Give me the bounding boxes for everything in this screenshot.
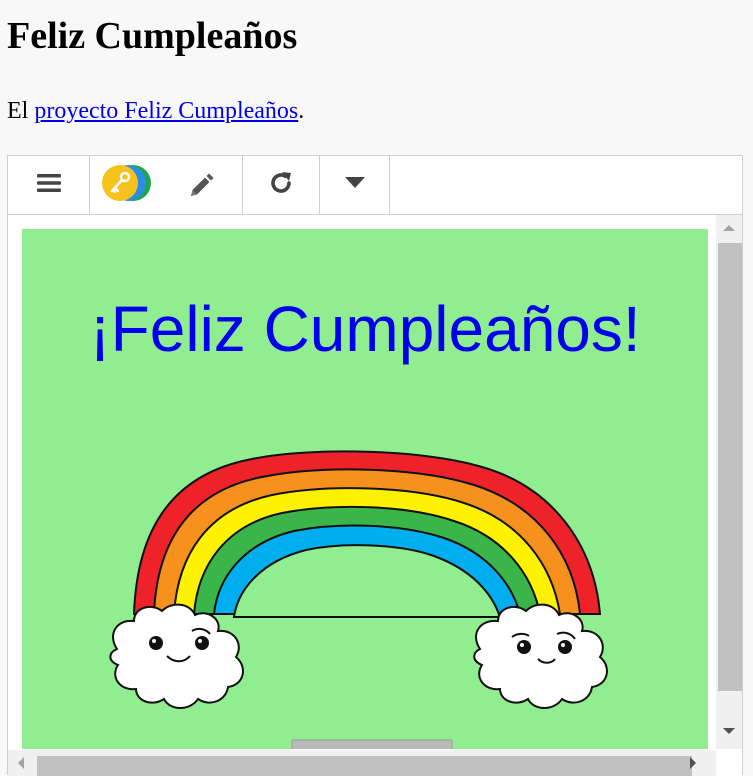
stage-bottom-handle <box>291 739 453 749</box>
vertical-scrollbar[interactable] <box>716 215 742 749</box>
cloud-left <box>109 603 244 709</box>
refresh-icon <box>268 170 294 201</box>
project-link[interactable]: proyecto Feliz Cumpleaños <box>34 98 298 124</box>
caret-down-icon <box>344 176 365 194</box>
scroll-up-arrow-icon[interactable] <box>723 225 735 231</box>
horizontal-scrollbar[interactable] <box>8 750 716 776</box>
key-toggle-icon <box>98 163 154 208</box>
embed-toolbar <box>8 156 742 215</box>
scroll-down-arrow-icon[interactable] <box>723 728 735 734</box>
rainbow-illustration <box>109 450 608 749</box>
cloud-right <box>473 603 608 709</box>
project-stage[interactable]: ¡Feliz Cumpleaños! <box>22 229 708 749</box>
intro-prefix: El <box>7 98 35 124</box>
scroll-right-arrow-icon[interactable] <box>690 757 696 769</box>
stage-viewport: ¡Feliz Cumpleaños! <box>8 215 742 776</box>
key-toggle-button[interactable] <box>90 156 243 214</box>
more-options-button[interactable] <box>320 156 390 214</box>
project-embed: ¡Feliz Cumpleaños! <box>7 155 743 776</box>
intro-text: El proyecto Feliz Cumpleaños. <box>7 96 304 126</box>
horizontal-scroll-thumb[interactable] <box>37 756 692 776</box>
hamburger-menu-icon <box>36 172 61 199</box>
scroll-left-arrow-icon[interactable] <box>18 757 24 769</box>
pencil-icon[interactable] <box>188 173 214 204</box>
reload-button[interactable] <box>243 156 320 214</box>
vertical-scroll-thumb[interactable] <box>718 243 742 691</box>
menu-button[interactable] <box>8 156 90 214</box>
intro-suffix: . <box>298 98 305 124</box>
page-title: Feliz Cumpleaños <box>7 15 298 57</box>
rainbow-arcs <box>132 450 602 618</box>
